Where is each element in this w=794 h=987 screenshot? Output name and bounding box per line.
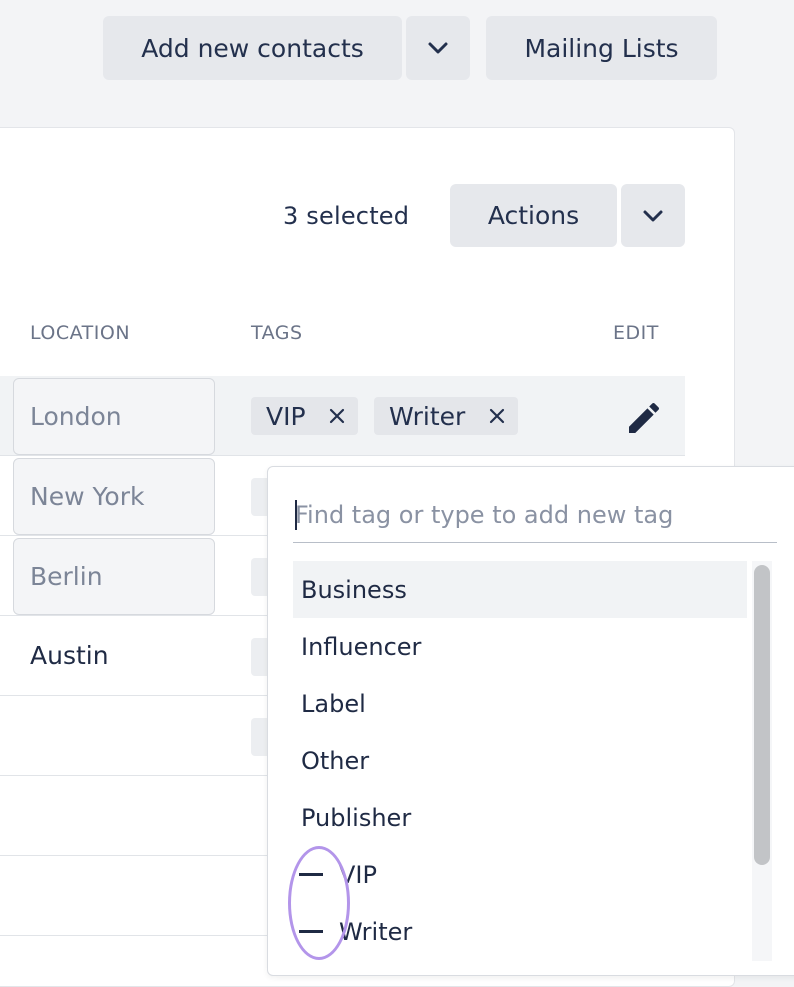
selection-count: 3 selected xyxy=(283,202,410,230)
actions-dropdown-button[interactable] xyxy=(621,184,685,247)
tag-option-label: Influencer xyxy=(301,632,422,661)
add-contacts-dropdown-button[interactable] xyxy=(406,16,470,80)
chevron-down-icon xyxy=(428,42,448,54)
actions-button[interactable]: Actions xyxy=(450,184,617,247)
chevron-down-icon xyxy=(643,210,663,221)
scrollbar-thumb[interactable] xyxy=(754,565,770,865)
tag-option-label: Publisher xyxy=(301,803,412,832)
column-header-tags[interactable]: TAGS xyxy=(251,322,303,344)
tag-option-publisher[interactable]: Publisher xyxy=(293,789,747,846)
tag-chip: Writer xyxy=(374,397,518,435)
location-field[interactable]: New York xyxy=(13,458,215,535)
column-header-edit: EDIT xyxy=(613,322,659,344)
location-field[interactable]: London xyxy=(13,378,215,455)
tag-option-label-text: Label xyxy=(301,689,366,718)
table-row[interactable]: London VIP Writer xyxy=(0,376,685,456)
tag-option-label[interactable]: Label xyxy=(293,675,747,732)
tag-search-input[interactable] xyxy=(293,491,777,543)
tag-option-writer[interactable]: Writer xyxy=(293,903,747,960)
tag-option-business[interactable]: Business xyxy=(293,561,747,618)
pencil-icon[interactable] xyxy=(624,398,664,438)
tag-label: VIP xyxy=(266,401,306,431)
column-header-location[interactable]: LOCATION xyxy=(30,322,130,344)
highlight-annotation xyxy=(288,846,350,960)
close-icon[interactable] xyxy=(326,401,348,431)
top-toolbar: Add new contacts Mailing Lists xyxy=(0,0,794,128)
tag-chip: VIP xyxy=(251,397,358,435)
tag-option-other[interactable]: Other xyxy=(293,732,747,789)
location-text: Austin xyxy=(30,641,109,670)
tag-label: Writer xyxy=(389,401,466,431)
text-cursor xyxy=(295,500,297,530)
tag-option-label: Writer xyxy=(339,917,413,946)
close-icon[interactable] xyxy=(486,401,508,431)
tag-option-label: Business xyxy=(301,575,407,604)
tag-option-label: Other xyxy=(301,746,370,775)
location-field[interactable]: Berlin xyxy=(13,538,215,615)
mailing-lists-button[interactable]: Mailing Lists xyxy=(486,16,717,80)
add-new-contacts-button[interactable]: Add new contacts xyxy=(103,16,402,80)
tag-option-influencer[interactable]: Influencer xyxy=(293,618,747,675)
tag-option-vip[interactable]: VIP xyxy=(293,846,747,903)
